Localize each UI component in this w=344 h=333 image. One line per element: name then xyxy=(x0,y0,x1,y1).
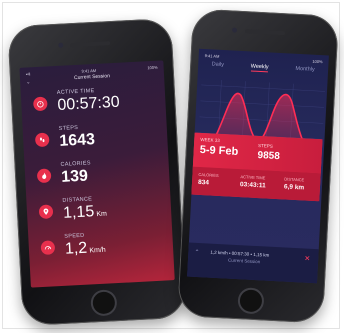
battery-indicator: 100% xyxy=(312,58,323,64)
front-camera xyxy=(58,42,64,48)
metric-value: 00:57:30 xyxy=(57,93,121,114)
earpiece xyxy=(70,41,111,48)
metric-label: STEPS xyxy=(58,124,79,132)
metric-speed: SPEED 1,2 Km/h xyxy=(28,224,174,267)
distance-label: DISTANCE xyxy=(284,176,305,183)
footsteps-icon xyxy=(34,132,50,148)
signal-indicator: ••ll xyxy=(25,70,31,77)
phone-right: 9:41 AM 100% Daily Weekly Monthly WEEK 3… xyxy=(177,8,339,324)
metric-value: 1,15 Km xyxy=(62,203,108,222)
phone-left: ••ll 9:41 AM 100% Current Session ⌄ ACTI… xyxy=(7,17,187,327)
metric-unit: Km/h xyxy=(89,246,106,255)
distance-value: 6,9 km xyxy=(283,183,305,192)
metric-value: 139 xyxy=(60,167,89,186)
earpiece xyxy=(244,29,286,36)
calories-label: CALORIES xyxy=(198,171,219,178)
speedometer-icon xyxy=(40,240,56,256)
steps-value: 9858 xyxy=(257,149,281,163)
front-camera xyxy=(231,27,238,33)
home-button[interactable] xyxy=(237,287,265,315)
metric-label: SPEED xyxy=(64,232,85,240)
status-time: 9:41 AM xyxy=(81,67,97,74)
week-label: WEEK 33 xyxy=(200,136,220,143)
session-screen: ••ll 9:41 AM 100% Current Session ⌄ ACTI… xyxy=(19,60,175,288)
tab-weekly[interactable]: Weekly xyxy=(250,63,269,73)
tab-daily[interactable]: Daily xyxy=(211,61,225,70)
metric-unit: Km xyxy=(96,210,108,219)
calories-value: 834 xyxy=(197,178,210,187)
steps-label: STEPS xyxy=(257,142,273,149)
active-time-label: ACTIVE TIME xyxy=(240,174,266,181)
week-summary-card[interactable]: WEEK 33 5-9 Feb STEPS 9858 CALORIES 834 … xyxy=(191,132,323,202)
map-pin-icon xyxy=(38,204,54,220)
home-button[interactable] xyxy=(90,289,118,317)
metric-value: 1643 xyxy=(58,131,96,150)
active-time-value: 03:43:11 xyxy=(239,181,266,190)
chevron-down-icon[interactable]: ⌄ xyxy=(26,79,31,85)
status-time: 9:41 AM xyxy=(204,52,220,59)
metric-value: 1,2 Km/h xyxy=(64,239,106,258)
flame-icon xyxy=(36,168,52,184)
week-dates: 5-9 Feb xyxy=(199,143,239,158)
tab-monthly[interactable]: Monthly xyxy=(295,66,315,75)
timer-icon xyxy=(33,96,48,112)
battery-indicator: 100% xyxy=(147,64,158,70)
